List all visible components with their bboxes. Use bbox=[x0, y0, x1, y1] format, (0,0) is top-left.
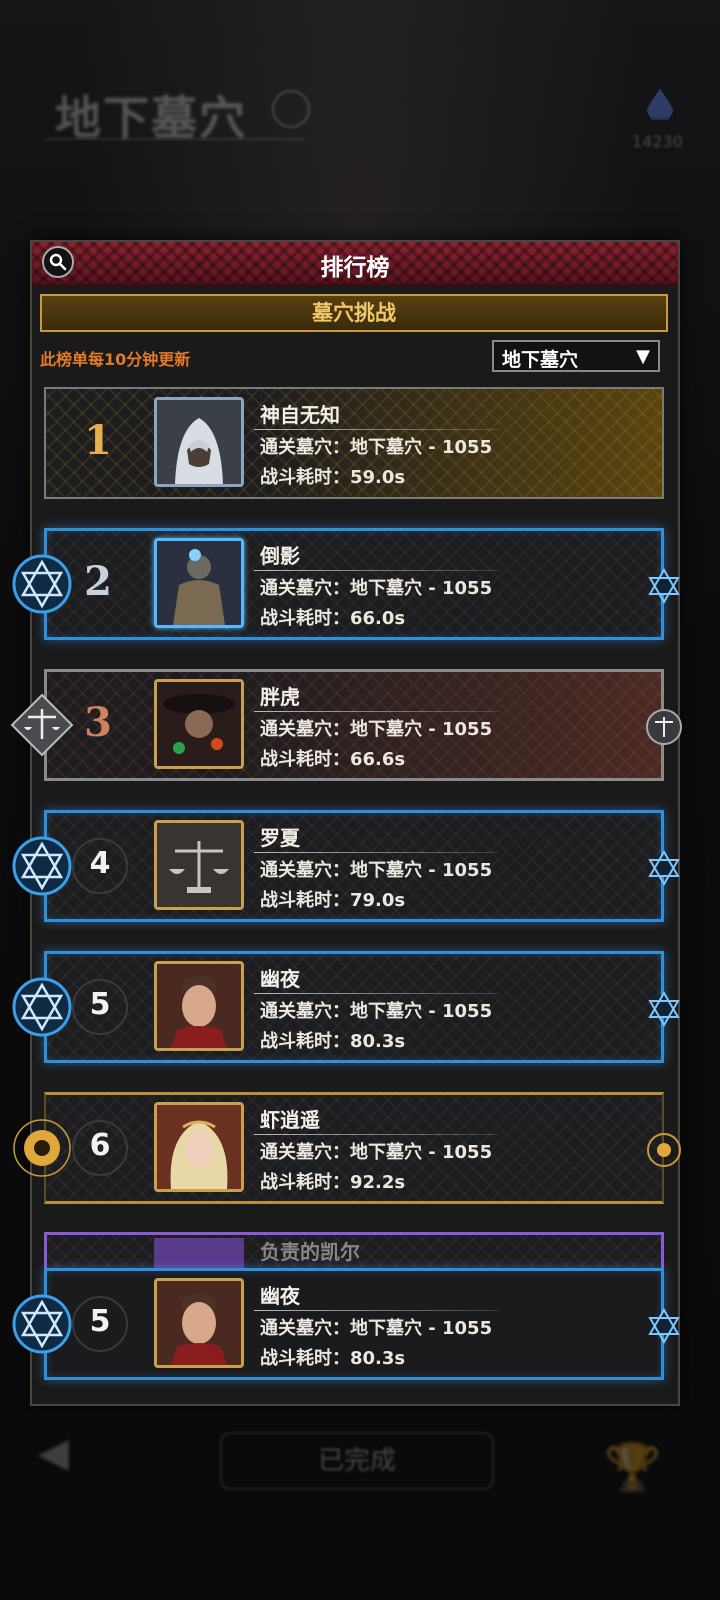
leaderboard-row[interactable]: 3 胖虎 通关墓穴：地下墓穴 - 1055 战斗耗时：66.6s bbox=[10, 669, 682, 785]
cleared-level: 通关墓穴：地下墓穴 - 1055 bbox=[260, 1318, 493, 1339]
player-avatar[interactable] bbox=[154, 820, 244, 910]
scales-avatar bbox=[157, 823, 241, 907]
player-name: 罗夏 bbox=[260, 826, 300, 850]
blonde-elf-avatar bbox=[157, 1105, 241, 1189]
player-avatar[interactable] bbox=[154, 961, 244, 1051]
leaderboard-row[interactable]: 6 虾逍遥 通关墓穴：地下墓穴 - 1055 战斗耗时：92.2s bbox=[13, 1092, 681, 1208]
cleared-level: 通关墓穴：地下墓穴 - 1055 bbox=[260, 1142, 493, 1163]
player-avatar bbox=[154, 1238, 244, 1272]
player-name: 幽夜 bbox=[260, 967, 300, 991]
cleared-level: 通关墓穴：地下墓穴 - 1055 bbox=[260, 719, 493, 740]
hexagram-emblem-icon bbox=[12, 1294, 72, 1354]
cleared-level: 通关墓穴：地下墓穴 - 1055 bbox=[260, 578, 493, 599]
name-divider bbox=[254, 993, 499, 994]
battle-time: 战斗耗时：79.0s bbox=[260, 890, 406, 911]
dungeon-filter-dropdown[interactable]: 地下墓穴 ▼ bbox=[492, 340, 660, 372]
hexagram-small-icon bbox=[648, 850, 680, 886]
rank-number: 6 bbox=[72, 1120, 128, 1176]
update-note: 此榜单每10分钟更新 bbox=[40, 350, 191, 369]
battle-time: 战斗耗时：80.3s bbox=[260, 1348, 406, 1369]
background-search-icon bbox=[272, 90, 310, 128]
name-divider bbox=[254, 852, 499, 853]
rank-number: 1 bbox=[84, 417, 112, 464]
player-avatar[interactable] bbox=[154, 679, 244, 769]
battle-time: 战斗耗时：59.0s bbox=[260, 467, 406, 488]
currency-value: 14230 bbox=[632, 132, 683, 151]
witch-hunter-avatar bbox=[157, 682, 241, 766]
rank-number: 5 bbox=[72, 979, 128, 1035]
my-rank-row[interactable]: 5 幽夜 通关墓穴：地下墓穴 - 1055 战斗耗时：80.3s bbox=[12, 1268, 680, 1384]
player-name: 胖虎 bbox=[260, 685, 300, 709]
player-name: 神自无知 bbox=[260, 403, 340, 427]
player-avatar[interactable] bbox=[154, 538, 244, 628]
hexagram-small-icon bbox=[648, 991, 680, 1027]
cleared-level: 通关墓穴：地下墓穴 - 1055 bbox=[260, 860, 493, 881]
sun-small-icon bbox=[647, 1133, 681, 1167]
leaderboard-row[interactable]: 2 倒影 通关墓穴：地下墓穴 - 1055 战斗耗时：66.0s bbox=[12, 528, 680, 644]
hooded-figure-avatar bbox=[157, 400, 241, 484]
tab-tomb-challenge[interactable]: 墓穴挑战 bbox=[40, 294, 668, 332]
rank-number: 4 bbox=[72, 838, 128, 894]
player-name: 倒影 bbox=[260, 544, 300, 568]
back-arrow-icon: ◀ bbox=[38, 1430, 69, 1476]
hexagram-small-icon bbox=[648, 568, 680, 604]
rank-number: 3 bbox=[84, 699, 112, 746]
battle-time: 战斗耗时：66.6s bbox=[260, 749, 406, 770]
bearded-man-avatar bbox=[157, 1281, 241, 1365]
bearded-man-avatar bbox=[157, 964, 241, 1048]
battle-time: 战斗耗时：92.2s bbox=[260, 1172, 406, 1193]
player-avatar[interactable] bbox=[154, 1278, 244, 1368]
leaderboard-row[interactable]: 5 幽夜 通关墓穴：地下墓穴 - 1055 战斗耗时：80.3s bbox=[12, 951, 680, 1067]
player-name: 负责的凯尔 bbox=[260, 1240, 360, 1264]
name-divider bbox=[254, 429, 499, 430]
name-divider bbox=[254, 1310, 499, 1311]
hexagram-small-icon bbox=[648, 1308, 680, 1344]
cleared-level: 通关墓穴：地下墓穴 - 1055 bbox=[260, 437, 493, 458]
name-divider bbox=[254, 570, 499, 571]
hexagram-emblem-icon bbox=[12, 977, 72, 1037]
name-divider bbox=[254, 711, 499, 712]
player-name: 虾逍遥 bbox=[260, 1108, 320, 1132]
leaderboard-row[interactable]: 1 神自无知 通关墓穴：地下墓穴 - 1055 战斗耗时：59.0s bbox=[32, 387, 678, 503]
rank-number: 2 bbox=[84, 558, 112, 605]
leaderboard-header: 排行榜 bbox=[32, 242, 678, 286]
title-underline bbox=[45, 138, 305, 140]
rank-number: 5 bbox=[72, 1296, 128, 1352]
player-avatar[interactable] bbox=[154, 1102, 244, 1192]
armored-warrior-avatar bbox=[157, 541, 241, 625]
name-divider bbox=[254, 1134, 499, 1135]
dropdown-selected-value: 地下墓穴 bbox=[502, 349, 579, 371]
chevron-down-icon: ▼ bbox=[636, 346, 650, 367]
leaderboard-panel: 排行榜 墓穴挑战 此榜单每10分钟更新 地下墓穴 ▼ 1 神自无知 通关墓穴：地… bbox=[10, 240, 682, 1406]
sun-emblem-icon bbox=[13, 1119, 71, 1177]
hexagram-emblem-icon bbox=[12, 554, 72, 614]
player-name: 幽夜 bbox=[260, 1284, 300, 1308]
scales-small-icon bbox=[646, 709, 682, 745]
scales-emblem-icon bbox=[10, 693, 74, 757]
trophy-icon: 🏆 bbox=[604, 1440, 662, 1494]
battle-time: 战斗耗时：80.3s bbox=[260, 1031, 406, 1052]
leaderboard-row-partial: 负责的凯尔 bbox=[44, 1232, 664, 1272]
completed-button: 已完成 bbox=[220, 1432, 494, 1490]
player-avatar[interactable] bbox=[154, 397, 244, 487]
cleared-level: 通关墓穴：地下墓穴 - 1055 bbox=[260, 1001, 493, 1022]
leaderboard-row[interactable]: 4 罗夏 通关墓穴：地下墓穴 - 1055 战斗耗时：79.0s bbox=[12, 810, 680, 926]
hexagram-emblem-icon bbox=[12, 836, 72, 896]
battle-time: 战斗耗时：66.0s bbox=[260, 608, 406, 629]
leaderboard-title: 排行榜 bbox=[320, 255, 390, 281]
